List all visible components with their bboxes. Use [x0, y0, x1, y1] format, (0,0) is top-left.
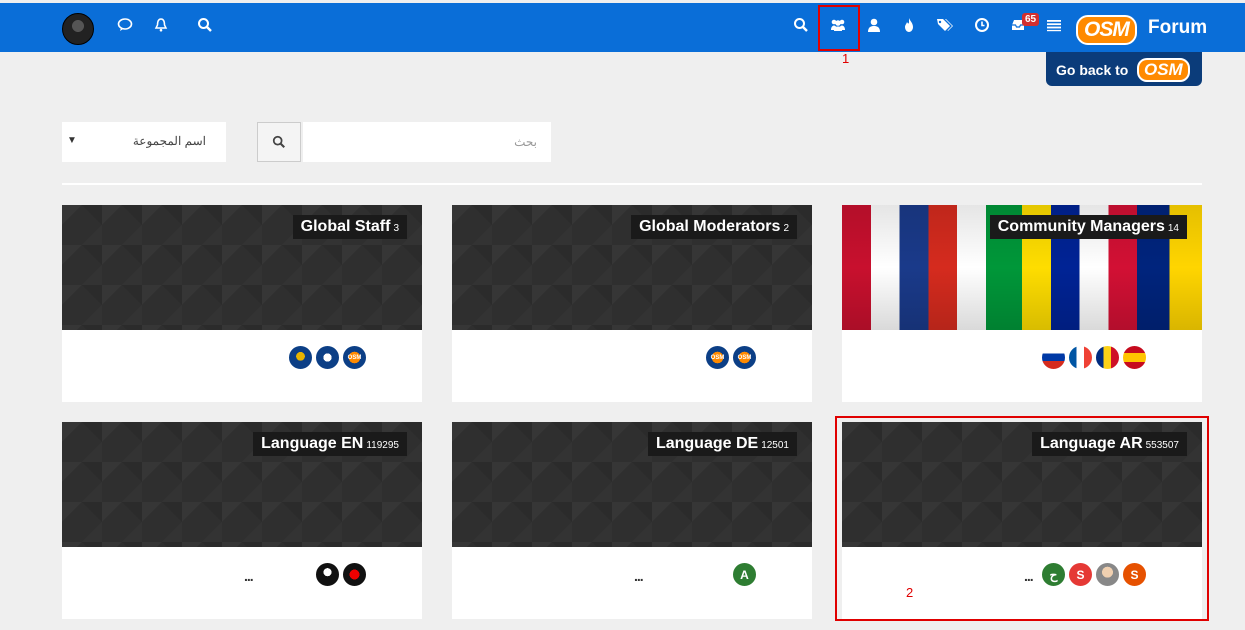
- group-members: [1041, 345, 1147, 371]
- group-member-count: 119295: [366, 440, 399, 451]
- osm-logo[interactable]: OSM: [1076, 15, 1137, 45]
- go-back-label: Go back to: [1056, 62, 1129, 78]
- member-avatar[interactable]: A: [732, 562, 757, 587]
- fire-icon[interactable]: [900, 17, 918, 35]
- group-name: Language DE: [655, 435, 759, 452]
- forum-label[interactable]: Forum: [1148, 17, 1207, 39]
- group-name: Community Managers: [997, 218, 1165, 235]
- sort-select-value: اسم المجموعة: [132, 134, 206, 148]
- user-avatar[interactable]: [62, 13, 94, 45]
- group-members: [315, 562, 367, 588]
- annotation-box-1: [818, 5, 860, 51]
- group-title[interactable]: Language DE 12501: [647, 432, 797, 456]
- dropdown-arrow-icon: ▼: [67, 135, 77, 146]
- group-title[interactable]: Language AR 553507: [1032, 432, 1187, 456]
- bell-icon[interactable]: [152, 17, 170, 35]
- user-icon[interactable]: [865, 17, 883, 35]
- member-avatar[interactable]: OSM: [342, 345, 367, 370]
- group-member-count: 12501: [761, 440, 789, 451]
- go-back-to-osm-button[interactable]: Go back to OSM: [1046, 52, 1202, 86]
- tags-icon[interactable]: [936, 17, 954, 35]
- osm-logo-small: OSM: [1137, 58, 1190, 82]
- group-title[interactable]: Community Managers 14: [989, 215, 1187, 239]
- more-members-indicator[interactable]: ...: [634, 568, 644, 584]
- member-avatar[interactable]: [315, 345, 340, 370]
- group-name: Global Staff: [300, 218, 391, 235]
- group-card-global-moderators[interactable]: Global Moderators 2 OSM OSM: [452, 205, 812, 402]
- sort-select[interactable]: ▼ اسم المجموعة: [62, 122, 226, 162]
- member-avatar[interactable]: [1068, 345, 1093, 370]
- member-avatar[interactable]: [1122, 345, 1147, 370]
- group-card-global-staff[interactable]: Global Staff 3 OSM: [62, 205, 422, 402]
- member-avatar[interactable]: OSM: [705, 345, 730, 370]
- group-member-count: 3: [393, 223, 399, 234]
- search-icon[interactable]: [196, 17, 214, 35]
- group-members: A: [732, 562, 757, 588]
- group-search-input[interactable]: [303, 122, 551, 162]
- member-avatar[interactable]: [288, 345, 313, 370]
- more-members-indicator[interactable]: ...: [244, 568, 254, 584]
- group-card-community-managers[interactable]: Community Managers 14: [842, 205, 1202, 402]
- group-title[interactable]: Language EN 119295: [253, 432, 407, 456]
- search-icon: [272, 133, 286, 150]
- member-avatar[interactable]: [342, 562, 367, 587]
- group-title[interactable]: Global Moderators 2: [631, 215, 797, 239]
- search-button[interactable]: [257, 122, 301, 162]
- group-members: OSM: [288, 345, 367, 371]
- group-member-count: 2: [783, 223, 789, 234]
- group-member-count: 553507: [1145, 440, 1179, 451]
- search-icon[interactable]: [792, 17, 810, 35]
- chat-icon[interactable]: [116, 17, 134, 35]
- clock-icon[interactable]: [973, 17, 991, 35]
- member-avatar[interactable]: [1095, 345, 1120, 370]
- group-members: OSM OSM: [705, 345, 757, 371]
- group-name: Language EN: [261, 435, 364, 452]
- annotation-label-1: 1: [842, 51, 850, 66]
- member-avatar[interactable]: [1041, 345, 1066, 370]
- group-card-language-en[interactable]: Language EN 119295 ...: [62, 422, 422, 619]
- divider: [62, 183, 1202, 185]
- group-name: Language AR: [1040, 435, 1143, 452]
- group-name: Global Moderators: [639, 218, 781, 235]
- group-card-language-de[interactable]: Language DE 12501 A ...: [452, 422, 812, 619]
- member-avatar[interactable]: [315, 562, 340, 587]
- annotation-label-2: 2: [906, 585, 914, 600]
- group-title[interactable]: Global Staff 3: [292, 215, 407, 239]
- member-avatar[interactable]: OSM: [732, 345, 757, 370]
- list-icon[interactable]: [1045, 17, 1063, 35]
- inbox-count-badge: 65: [1022, 13, 1040, 26]
- top-navbar: 65 OSM Forum: [0, 3, 1245, 52]
- group-member-count: 14: [1167, 223, 1179, 234]
